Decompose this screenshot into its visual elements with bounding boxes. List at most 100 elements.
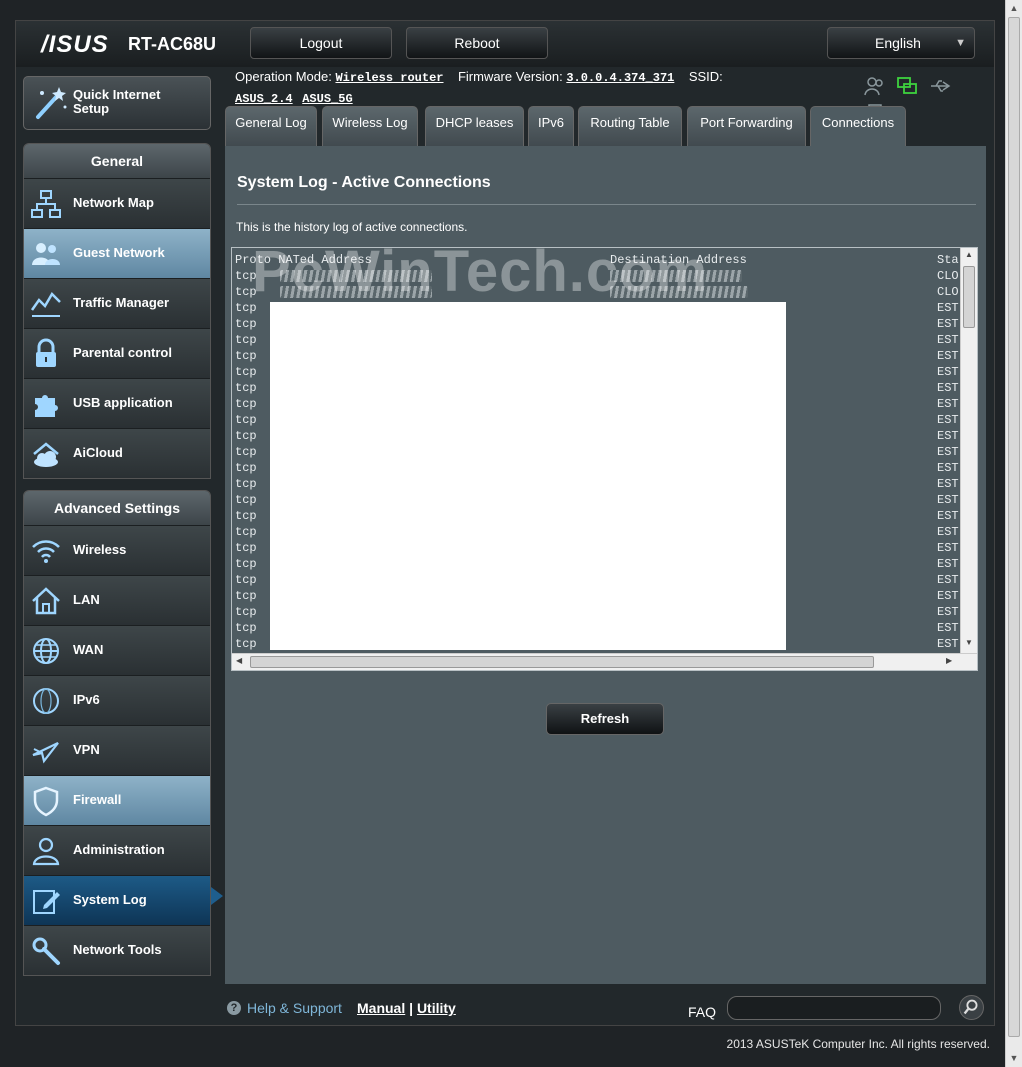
sidebar-item-label: USB application	[73, 395, 173, 410]
log-horizontal-scrollbar[interactable]: ◀ ▶	[232, 653, 977, 670]
sidebar-item-label: WAN	[73, 642, 104, 657]
chevron-down-icon: ▼	[955, 37, 966, 49]
scroll-right-arrow-icon[interactable]: ▶	[946, 656, 952, 665]
reboot-button[interactable]: Reboot	[406, 27, 548, 59]
manual-link[interactable]: Manual	[357, 1000, 405, 1016]
clients-icon[interactable]	[864, 75, 886, 97]
top-bar: /ISUS RT-AC68U Logout Reboot English ▼	[16, 21, 994, 67]
sidebar-item-traffic-manager[interactable]: Traffic Manager	[24, 278, 210, 328]
tab-port-forwarding[interactable]: Port Forwarding	[687, 106, 806, 146]
language-select[interactable]: English ▼	[827, 27, 975, 59]
ssid-5g-link[interactable]: ASUS_5G	[302, 92, 352, 106]
sidebar-item-usb-application[interactable]: USB application	[24, 378, 210, 428]
page-scrollbar[interactable]: ▲ ▼	[1005, 0, 1022, 1067]
scroll-up-arrow-icon[interactable]: ▲	[961, 250, 977, 259]
scroll-up-arrow-icon[interactable]: ▲	[1006, 0, 1022, 16]
sidebar-item-system-log[interactable]: System Log	[24, 875, 210, 925]
internet-status-icon[interactable]	[896, 75, 918, 97]
connections-log-textarea[interactable]: Proto NATed Address tcp tcp tcp tcp tcp …	[231, 247, 978, 671]
usb-icon[interactable]	[929, 75, 951, 97]
ssid-label: SSID:	[688, 69, 723, 84]
general-title: General	[24, 144, 210, 178]
model-name: RT-AC68U	[128, 34, 217, 54]
faq-search-button[interactable]	[959, 995, 984, 1020]
log-vertical-scrollbar[interactable]: ▲ ▼	[960, 248, 977, 654]
quick-internet-setup-button[interactable]: Quick Internet Setup	[23, 76, 211, 130]
sidebar-item-label: Traffic Manager	[73, 295, 170, 310]
footer-links: Manual | Utility	[357, 1000, 456, 1016]
sidebar-item-label: Network Tools	[73, 942, 162, 957]
operation-mode-link[interactable]: Wireless router	[335, 71, 443, 85]
firmware-link[interactable]: 3.0.0.4.374_371	[566, 71, 674, 85]
tab-routing-table[interactable]: Routing Table	[578, 106, 682, 146]
sidebar-item-label: IPv6	[73, 692, 100, 707]
link-separator: |	[409, 1000, 414, 1016]
scroll-down-arrow-icon[interactable]: ▼	[1006, 1050, 1022, 1066]
log-vscroll-thumb[interactable]	[963, 266, 975, 328]
shield-icon	[33, 786, 59, 817]
faq-search-input[interactable]	[727, 996, 941, 1020]
logout-button[interactable]: Logout	[250, 27, 392, 59]
sidebar-item-administration[interactable]: Administration	[24, 825, 210, 875]
footer: ? Help & Support Manual | Utility FAQ	[16, 985, 994, 1025]
refresh-button[interactable]: Refresh	[546, 703, 664, 735]
content-panel: System Log - Active Connections This is …	[225, 146, 986, 984]
ssid-2g-link[interactable]: ASUS_2.4	[235, 92, 293, 106]
tab-ipv6[interactable]: IPv6	[528, 106, 574, 146]
sidebar-item-network-tools[interactable]: Network Tools	[24, 925, 210, 975]
sidebar-item-label: Parental control	[73, 345, 172, 360]
copyright-text: 2013 ASUSTeK Computer Inc. All rights re…	[726, 1037, 990, 1051]
status-icons	[864, 75, 980, 121]
general-menu-group: General Network Map Guest Network Traffi…	[23, 143, 211, 479]
sidebar-item-wireless[interactable]: Wireless	[24, 525, 210, 575]
sidebar-item-firewall[interactable]: Firewall	[24, 775, 210, 825]
page-scroll-thumb[interactable]	[1008, 17, 1020, 1037]
scroll-left-arrow-icon[interactable]: ◀	[236, 656, 242, 665]
scroll-down-arrow-icon[interactable]: ▼	[961, 638, 977, 647]
sidebar-item-label: Network Map	[73, 195, 154, 210]
page-description: This is the history log of active connec…	[236, 220, 468, 234]
help-support-label: Help & Support	[247, 1000, 342, 1016]
sidebar-item-lan[interactable]: LAN	[24, 575, 210, 625]
advanced-settings-menu-group: Advanced Settings Wireless LAN WAN IPv6 …	[23, 490, 211, 976]
home-icon	[32, 587, 60, 615]
router-admin-frame: /ISUS RT-AC68U Logout Reboot English ▼ Q…	[15, 20, 995, 1026]
quick-setup-line1: Quick Internet	[73, 87, 161, 102]
asus-logo: /ISUS	[41, 31, 109, 58]
wifi-icon	[32, 540, 60, 563]
globe-icon	[33, 638, 59, 664]
traffic-manager-icon	[30, 291, 61, 317]
magic-wand-icon	[36, 87, 67, 119]
lock-icon	[36, 338, 56, 367]
title-divider	[237, 204, 976, 205]
utility-link[interactable]: Utility	[417, 1000, 456, 1016]
sidebar-item-vpn[interactable]: VPN	[24, 725, 210, 775]
sidebar-item-network-map[interactable]: Network Map	[24, 178, 210, 228]
status-info-bar: Operation Mode: Wireless router Firmware…	[235, 67, 795, 109]
tab-dhcp-leases[interactable]: DHCP leases	[425, 106, 524, 146]
sidebar-item-wan[interactable]: WAN	[24, 625, 210, 675]
network-map-icon	[31, 190, 61, 218]
advanced-settings-title: Advanced Settings	[24, 491, 210, 525]
sidebar-item-label: Administration	[73, 842, 165, 857]
cloud-icon	[33, 442, 59, 467]
sidebar-item-aicloud[interactable]: AiCloud	[24, 428, 210, 478]
edit-icon	[33, 890, 60, 914]
sidebar-item-ipv6[interactable]: IPv6	[24, 675, 210, 725]
log-hscroll-thumb[interactable]	[250, 656, 874, 668]
tab-connections[interactable]: Connections	[810, 106, 906, 146]
sidebar-item-label: System Log	[73, 892, 147, 907]
sidebar-item-parental-control[interactable]: Parental control	[24, 328, 210, 378]
tab-general-log[interactable]: General Log	[225, 106, 317, 146]
quick-setup-line2: Setup	[73, 101, 110, 116]
sidebar-item-guest-network[interactable]: Guest Network	[24, 228, 210, 278]
log-state-column: Sta CLO CLO EST EST EST EST EST EST EST …	[937, 253, 959, 667]
admin-icon	[32, 837, 60, 866]
sidebar-item-label: LAN	[73, 592, 100, 607]
firmware-label: Firmware Version:	[457, 69, 563, 84]
vpn-icon	[32, 742, 59, 764]
tab-wireless-log[interactable]: Wireless Log	[322, 106, 418, 146]
active-menu-pointer	[211, 887, 223, 905]
sidebar-item-label: AiCloud	[73, 445, 123, 460]
ipv6-icon	[33, 688, 59, 714]
